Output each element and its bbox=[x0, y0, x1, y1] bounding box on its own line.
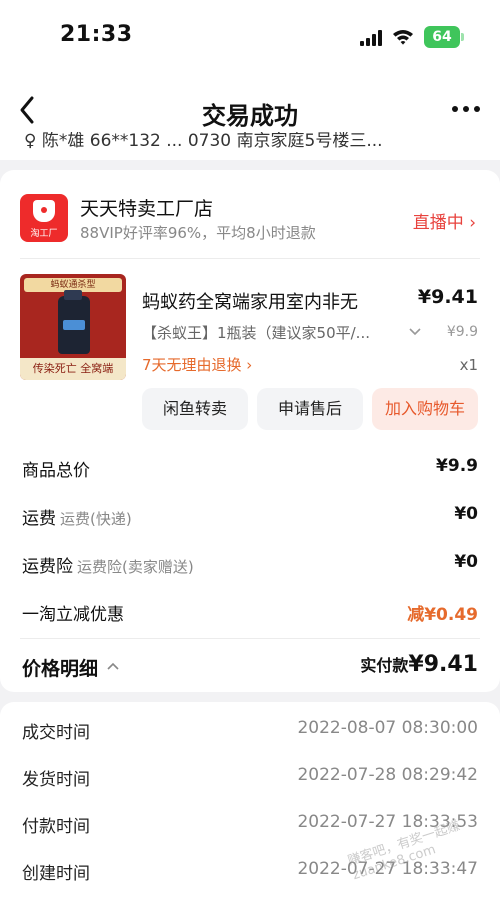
time-label: 发货时间 bbox=[22, 770, 90, 790]
status-bar: 21:33 64 bbox=[0, 18, 500, 58]
cellular-signal-icon bbox=[360, 30, 384, 46]
chevron-up-icon[interactable] bbox=[106, 660, 120, 672]
paid-label: 实付款 bbox=[360, 656, 409, 675]
insurance-value: ¥0 bbox=[454, 552, 478, 572]
discount-label: 一淘立减优惠 bbox=[22, 605, 124, 625]
time-row: 成交时间 2022-08-07 08:30:00 bbox=[22, 718, 478, 746]
product-spec[interactable]: 【杀蚁王】1瓶装（建议家50平/... bbox=[142, 322, 370, 343]
product-title[interactable]: 蚂蚁药全窝端家用室内非无 bbox=[142, 288, 358, 314]
status-time: 21:33 bbox=[60, 22, 133, 47]
chevron-down-icon[interactable] bbox=[408, 324, 422, 338]
price-detail-toggle[interactable]: 价格明细 bbox=[22, 654, 98, 681]
add-to-cart-button[interactable]: 加入购物车 bbox=[372, 388, 478, 430]
after-sale-button[interactable]: 申请售后 bbox=[257, 388, 363, 430]
time-label: 创建时间 bbox=[22, 864, 90, 884]
goods-total-label: 商品总价 bbox=[22, 461, 90, 481]
time-label: 成交时间 bbox=[22, 723, 90, 743]
insurance-sub: 运费险(卖家赠送) bbox=[77, 558, 194, 576]
goods-total-value: ¥9.9 bbox=[436, 456, 478, 476]
product-image[interactable]: 蚂蚁通杀型 传染死亡 全窝端 bbox=[20, 274, 126, 380]
address-line[interactable]: ♀ 陈*雄 66**132 ... 0730 南京家庭5号楼三... bbox=[24, 132, 464, 156]
return-policy-link[interactable]: 7天无理由退换 › bbox=[142, 354, 252, 375]
wifi-icon bbox=[393, 30, 413, 45]
shipping-label: 运费 bbox=[22, 509, 56, 529]
goods-total-row: 商品总价 ¥9.9 bbox=[22, 454, 478, 484]
address-text: ♀ 陈*雄 66**132 ... 0730 南京家庭5号楼三... bbox=[24, 132, 383, 151]
discount-value: 减¥0.49 bbox=[407, 605, 478, 625]
discount-row: 一淘立减优惠 减¥0.49 bbox=[22, 598, 478, 628]
shop-logo-text: 淘工厂 bbox=[30, 229, 58, 239]
spray-bottle-icon bbox=[58, 290, 90, 354]
shop-logo-icon bbox=[33, 200, 55, 222]
battery-icon: 64 bbox=[424, 26, 464, 48]
live-link[interactable]: 直播中 › bbox=[413, 208, 476, 233]
paid-value: ¥9.41 bbox=[408, 652, 478, 677]
insurance-label: 运费险 bbox=[22, 557, 73, 577]
insurance-row: 运费险 运费险(卖家赠送) ¥0 bbox=[22, 550, 478, 580]
shop-name[interactable]: 天天特卖工厂店 bbox=[80, 194, 213, 221]
shipping-sub: 运费(快递) bbox=[60, 510, 132, 528]
time-value: 2022-08-07 08:30:00 bbox=[297, 718, 478, 738]
product-quantity: x1 bbox=[459, 356, 478, 374]
shop-logo[interactable]: 淘工厂 bbox=[20, 194, 68, 242]
time-value: 2022-07-28 08:29:42 bbox=[297, 765, 478, 785]
divider bbox=[20, 638, 480, 639]
page-title: 交易成功 bbox=[202, 102, 298, 130]
paid-amount: 实付款¥9.41 bbox=[360, 652, 478, 677]
product-original-price: ¥9.9 bbox=[446, 324, 478, 340]
shipping-row: 运费 运费(快递) ¥0 bbox=[22, 502, 478, 532]
navigation-bar: 交易成功 bbox=[0, 88, 500, 134]
resell-button[interactable]: 闲鱼转卖 bbox=[142, 388, 248, 430]
top-area: 21:33 64 交易成功 ♀ 陈*雄 66**132 ... 0730 南京家… bbox=[0, 0, 500, 160]
time-row: 发货时间 2022-07-28 08:29:42 bbox=[22, 765, 478, 793]
divider bbox=[20, 258, 480, 259]
time-label: 付款时间 bbox=[22, 817, 90, 837]
order-card: 淘工厂 天天特卖工厂店 88VIP好评率96%，平均8小时退款 直播中 › 蚂蚁… bbox=[0, 170, 500, 692]
product-image-slogan: 传染死亡 全窝端 bbox=[20, 358, 126, 380]
shop-rating: 88VIP好评率96%，平均8小时退款 bbox=[80, 224, 316, 242]
more-options-icon[interactable] bbox=[452, 106, 480, 114]
shipping-value: ¥0 bbox=[454, 504, 478, 524]
product-price: ¥9.41 bbox=[417, 286, 478, 308]
